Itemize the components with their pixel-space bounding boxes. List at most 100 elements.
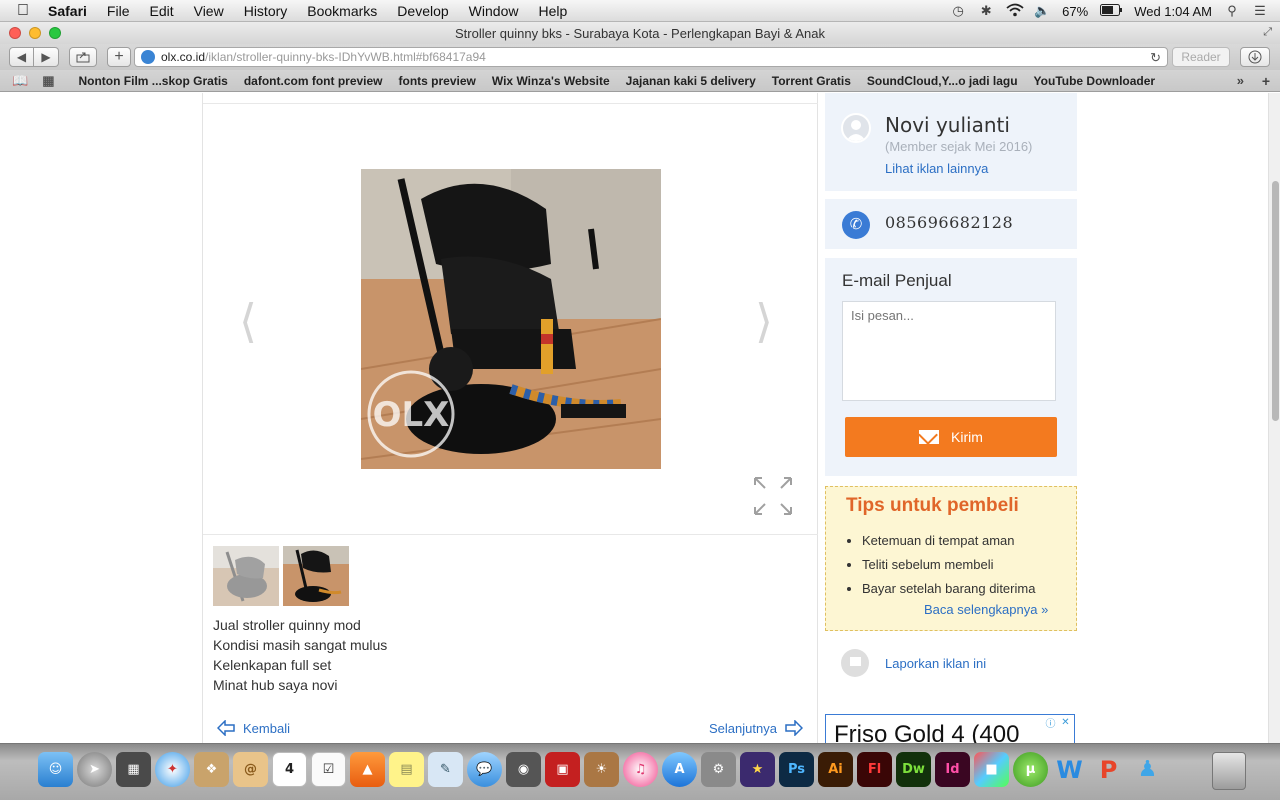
forward-button[interactable]: ▶ xyxy=(34,47,59,67)
read-more-link[interactable]: Baca selengkapnya » xyxy=(924,602,1048,617)
bookmark-item[interactable]: fonts preview xyxy=(391,74,484,88)
contacts-icon[interactable]: @ xyxy=(233,752,268,787)
zoom-window-button[interactable] xyxy=(49,27,61,39)
page-scrollbar[interactable] xyxy=(1268,93,1280,743)
dreamweaver-icon[interactable]: Dw xyxy=(896,752,931,787)
apple-icon[interactable]:  xyxy=(0,2,46,20)
next-photo-arrow-icon[interactable]: ⟩ xyxy=(755,294,773,348)
scrollbar-thumb[interactable] xyxy=(1272,181,1279,421)
bookmark-item[interactable]: SoundCloud,Y...o jadi lagu xyxy=(859,74,1026,88)
bookmark-item[interactable]: YouTube Downloader xyxy=(1026,74,1164,88)
menu-help[interactable]: Help xyxy=(528,3,577,19)
email-seller-form: E-mail Penjual Kirim xyxy=(825,258,1077,476)
arrow-right-icon xyxy=(785,720,803,736)
bookmark-item[interactable]: Torrent Gratis xyxy=(764,74,859,88)
iphoto-icon[interactable]: ☀ xyxy=(584,752,619,787)
ad-info-icon[interactable]: ⓘ xyxy=(1044,716,1057,730)
wifi-icon[interactable] xyxy=(1006,3,1024,20)
photoshop-icon[interactable]: Ps xyxy=(779,752,814,787)
back-link[interactable]: Kembali xyxy=(217,720,290,736)
notification-center-icon[interactable]: ☰ xyxy=(1252,3,1268,19)
trash-icon[interactable] xyxy=(1212,752,1246,790)
stickies-icon[interactable]: ▤ xyxy=(389,752,424,787)
mission-control-icon[interactable]: ▦ xyxy=(116,752,151,787)
bluetooth-icon[interactable]: ✱ xyxy=(978,3,994,19)
fullscreen-icon[interactable]: ⤢ xyxy=(1263,26,1272,39)
bookmark-item[interactable]: Wix Winza's Website xyxy=(484,74,618,88)
menu-app[interactable]: Safari xyxy=(46,3,97,19)
system-preferences-icon[interactable]: ⚙ xyxy=(701,752,736,787)
time-machine-icon[interactable]: ◷ xyxy=(950,3,966,19)
reader-button[interactable]: Reader xyxy=(1172,47,1230,67)
bookmark-item[interactable]: Jajanan kaki 5 delivery xyxy=(618,74,764,88)
safari-icon[interactable]: ✦ xyxy=(155,752,190,787)
minimize-window-button[interactable] xyxy=(29,27,41,39)
tip-item: Bayar setelah barang diterima xyxy=(862,577,1035,601)
expand-photo-icon[interactable] xyxy=(753,476,793,516)
menu-develop[interactable]: Develop xyxy=(387,3,458,19)
previous-photo-arrow-icon[interactable]: ⟨ xyxy=(239,294,257,348)
calendar-icon[interactable]: 4 xyxy=(272,752,307,787)
clock[interactable]: Wed 1:04 AM xyxy=(1134,4,1212,19)
next-label: Selanjutnya xyxy=(709,720,777,736)
more-bookmarks-icon[interactable]: » xyxy=(1237,73,1244,88)
advertisement[interactable]: Friso Gold 4 (400 ⓘ ✕ xyxy=(825,714,1075,743)
menu-view[interactable]: View xyxy=(184,3,234,19)
messages-icon[interactable]: 💬 xyxy=(467,752,502,787)
messenger-icon[interactable]: ♟ xyxy=(1130,752,1165,787)
preview-icon[interactable]: ❖ xyxy=(194,752,229,787)
imovie-icon[interactable]: ★ xyxy=(740,752,775,787)
share-button[interactable] xyxy=(69,47,97,67)
ad-close-icon[interactable]: ✕ xyxy=(1059,716,1072,729)
app-store-icon[interactable]: A xyxy=(662,752,697,787)
menu-file[interactable]: File xyxy=(97,3,140,19)
url-path: /iklan/stroller-quinny-bks-IDhYvWB.html#… xyxy=(205,50,486,64)
thumbnail[interactable] xyxy=(283,546,349,606)
back-button[interactable]: ◀ xyxy=(9,47,34,67)
finder-icon[interactable]: ☺ xyxy=(38,752,73,787)
indesign-icon[interactable]: Id xyxy=(935,752,970,787)
phone-number[interactable]: 085696682128 xyxy=(885,213,1013,232)
other-ads-link[interactable]: Lihat iklan lainnya xyxy=(885,161,988,176)
reading-list-icon[interactable]: 📖 xyxy=(12,73,28,89)
vlc-icon[interactable]: ▲ xyxy=(350,752,385,787)
add-bookmark-icon[interactable]: + xyxy=(1262,73,1270,89)
utorrent-icon[interactable]: μ xyxy=(1013,752,1048,787)
main-photo[interactable]: OLX xyxy=(361,169,661,469)
flash-icon[interactable]: Fl xyxy=(857,752,892,787)
next-link[interactable]: Selanjutnya xyxy=(709,720,803,736)
bookmark-item[interactable]: dafont.com font preview xyxy=(236,74,391,88)
address-bar[interactable]: olx.co.id/iklan/stroller-quinny-bks-IDhY… xyxy=(134,47,1168,67)
illustrator-icon[interactable]: Ai xyxy=(818,752,853,787)
new-tab-button[interactable]: + xyxy=(107,47,131,67)
powerpoint-icon[interactable]: P xyxy=(1091,752,1126,787)
reminders-icon[interactable]: ☑ xyxy=(311,752,346,787)
phone-card[interactable]: ✆ 085696682128 xyxy=(825,199,1077,249)
launchpad-icon[interactable]: ➤ xyxy=(77,752,112,787)
menu-window[interactable]: Window xyxy=(459,3,529,19)
color-picker-icon[interactable]: ■ xyxy=(974,752,1009,787)
battery-icon[interactable] xyxy=(1100,3,1123,19)
bookmark-item[interactable]: Nonton Film ...skop Gratis xyxy=(70,74,235,88)
reload-icon[interactable]: ↻ xyxy=(1150,50,1161,66)
menu-history[interactable]: History xyxy=(234,3,298,19)
volume-icon[interactable]: 🔈 xyxy=(1034,3,1050,19)
report-ad-link[interactable]: Laporkan iklan ini xyxy=(841,649,986,677)
textedit-icon[interactable]: ✎ xyxy=(428,752,463,787)
downloads-button[interactable] xyxy=(1240,47,1270,67)
photo-booth-icon[interactable]: ▣ xyxy=(545,752,580,787)
message-input[interactable] xyxy=(842,301,1056,401)
seller-card: Novi yulianti (Member sejak Mei 2016) Li… xyxy=(825,93,1077,191)
send-button[interactable]: Kirim xyxy=(845,417,1057,457)
itunes-icon[interactable]: ♫ xyxy=(623,752,658,787)
history-nav: ◀ ▶ xyxy=(9,47,59,67)
facetime-icon[interactable]: ◉ xyxy=(506,752,541,787)
menu-bookmarks[interactable]: Bookmarks xyxy=(297,3,387,19)
top-sites-icon[interactable]: ▦ xyxy=(42,73,54,89)
close-window-button[interactable] xyxy=(9,27,21,39)
word-icon[interactable]: W xyxy=(1052,752,1087,787)
menu-edit[interactable]: Edit xyxy=(139,3,183,19)
spotlight-search-icon[interactable]: ⚲ xyxy=(1224,3,1240,19)
thumbnail[interactable] xyxy=(213,546,279,606)
window-title: Stroller quinny bks - Surabaya Kota - Pe… xyxy=(455,25,825,41)
